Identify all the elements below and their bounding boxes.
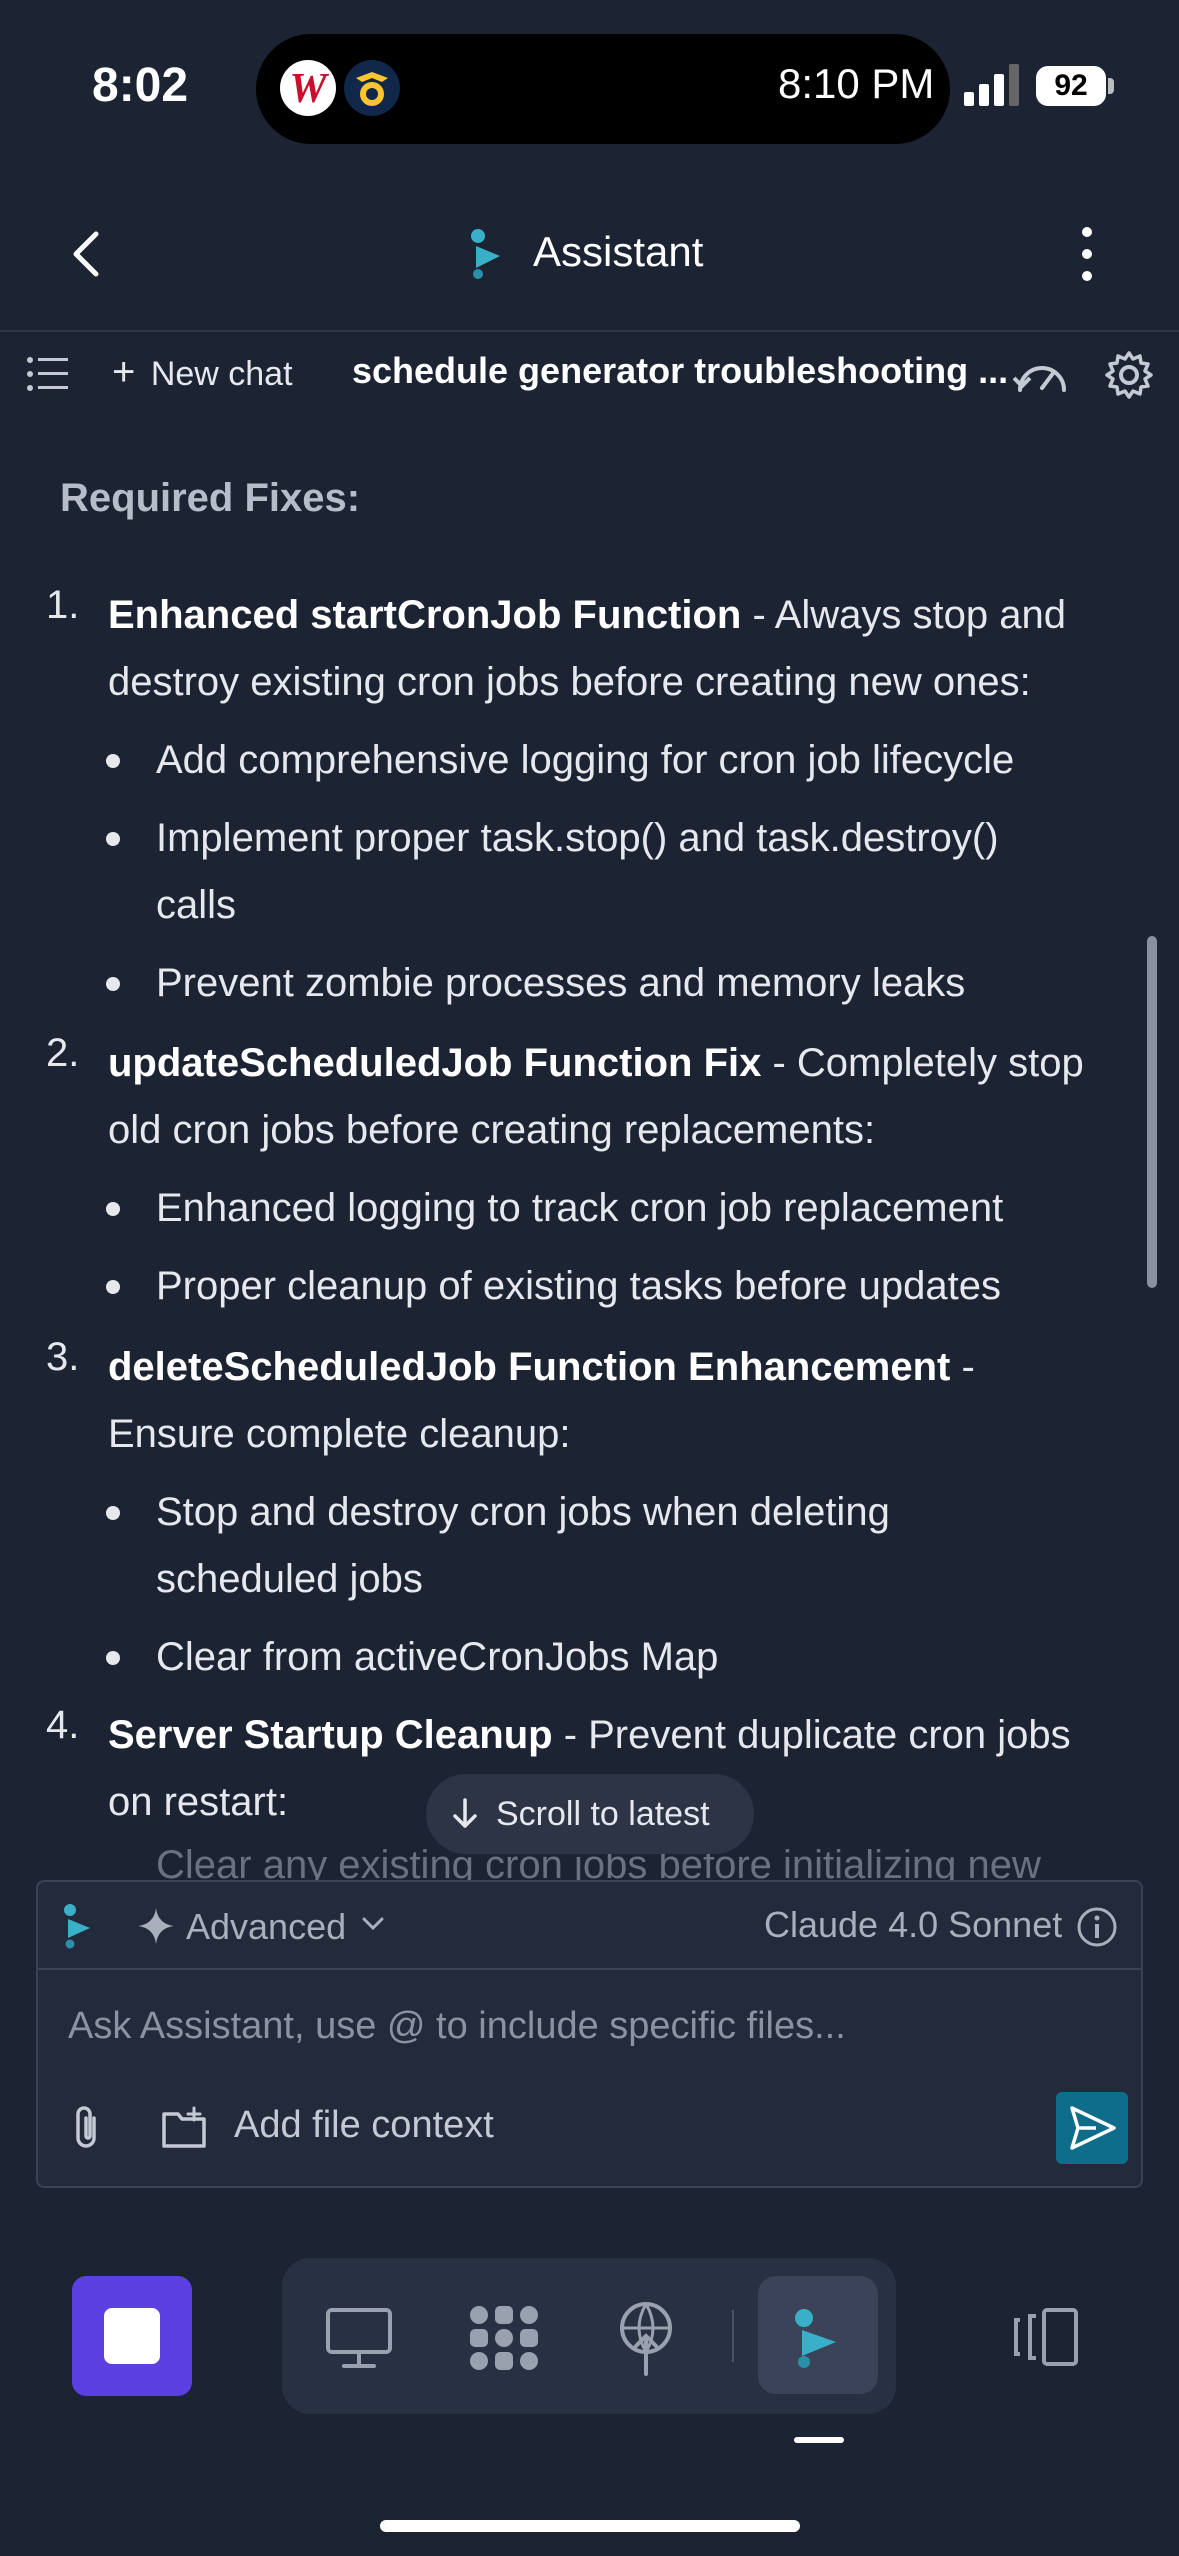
assistant-icon <box>64 1904 90 1949</box>
page-title: Assistant <box>533 228 704 275</box>
bullet <box>106 1506 120 1520</box>
list-item-bold: Server Startup Cleanup <box>108 1713 553 1757</box>
scrollbar[interactable] <box>1147 936 1157 1288</box>
list-number: 3. <box>46 1335 80 1379</box>
list-item-text: - Always stop and <box>741 593 1066 637</box>
gear-icon[interactable] <box>1104 350 1154 400</box>
arrow-down-icon <box>453 1798 477 1828</box>
stop-icon <box>104 2308 160 2364</box>
info-icon[interactable] <box>1076 1906 1118 1948</box>
chat-title-tab[interactable]: schedule generator troubleshooting ... <box>352 350 1008 392</box>
nationals-logo-icon: W <box>280 60 336 116</box>
section-heading: Required Fixes: <box>60 476 361 520</box>
bullet <box>106 1202 120 1216</box>
svg-text:W: W <box>289 66 329 112</box>
signal-icon <box>964 64 1019 106</box>
bullet-item: Implement proper task.stop() and task.de… <box>156 816 999 860</box>
bullet-item-cont: calls <box>156 883 237 927</box>
list-item-bold: Enhanced startCronJob Function <box>108 593 742 637</box>
scroll-to-latest-label: Scroll to latest <box>496 1795 710 1833</box>
home-indicator[interactable] <box>380 2520 800 2532</box>
list-item-bold: deleteScheduledJob Function Enhancement <box>108 1345 951 1389</box>
list-icon[interactable] <box>26 354 70 394</box>
list-item-cont: destroy existing cron jobs before creati… <box>108 660 1031 704</box>
paperclip-icon[interactable] <box>68 2104 108 2152</box>
status-time: 8:02 <box>92 59 189 112</box>
monitor-icon[interactable] <box>324 2306 394 2370</box>
list-item: updateScheduledJob Function Fix - Comple… <box>108 1030 1084 1097</box>
bullet <box>106 832 120 846</box>
list-item: Server Startup Cleanup - Prevent duplica… <box>108 1702 1071 1769</box>
bullet-item: Add comprehensive logging for cron job l… <box>156 738 1015 782</box>
add-file-context-button[interactable]: Add file context <box>234 2104 494 2147</box>
deploy-icon[interactable] <box>616 2298 676 2376</box>
bullet-item: Clear from activeCronJobs Map <box>156 1635 719 1679</box>
brewers-logo-icon <box>344 60 400 116</box>
island-time: 8:10 PM <box>778 60 935 107</box>
bullet <box>106 1651 120 1665</box>
bullet-item: Stop and destroy cron jobs when deleting <box>156 1490 890 1534</box>
bullet-item: Proper cleanup of existing tasks before … <box>156 1264 1001 1308</box>
bullet <box>106 754 120 768</box>
model-selector[interactable]: Claude 4.0 Sonnet <box>764 1904 1062 1946</box>
bullet <box>106 1280 120 1294</box>
battery-indicator: 92 <box>1036 66 1106 106</box>
composer-divider <box>38 1968 1141 1970</box>
assistant-logo-icon <box>471 229 500 279</box>
list-item: Enhanced startCronJob Function - Always … <box>108 582 1066 649</box>
header-divider <box>0 330 1179 332</box>
assistant-input[interactable] <box>68 2000 1108 2052</box>
split-view-icon[interactable] <box>1010 2306 1080 2368</box>
list-number: 1. <box>46 583 80 627</box>
dock-separator <box>732 2310 734 2362</box>
folder-plus-icon[interactable] <box>160 2106 208 2150</box>
assistant-tab-icon[interactable] <box>792 2306 842 2370</box>
new-chat-button[interactable]: + New chat <box>112 350 293 395</box>
active-tab-indicator <box>794 2437 844 2443</box>
list-number: 2. <box>46 1031 80 1075</box>
list-item-text: - Prevent duplicate cron jobs <box>552 1713 1071 1757</box>
speed-icon[interactable] <box>1012 352 1072 398</box>
sparkle-icon <box>138 1908 174 1944</box>
bullet-item-cont: scheduled jobs <box>156 1557 423 1601</box>
plus-icon: + <box>112 350 136 394</box>
new-chat-label: New chat <box>150 355 293 393</box>
chevron-down-icon[interactable] <box>360 1914 386 1934</box>
list-item-bold: updateScheduledJob Function Fix <box>108 1041 762 1085</box>
list-item-cont: Ensure complete cleanup: <box>108 1412 571 1456</box>
mode-selector[interactable]: Advanced <box>186 1906 346 1948</box>
list-number: 4. <box>46 1703 80 1747</box>
bullet-item: Enhanced logging to track cron job repla… <box>156 1186 1004 1230</box>
bullet-item: Prevent zombie processes and memory leak… <box>156 961 966 1005</box>
send-button[interactable] <box>1056 2092 1128 2164</box>
bullet <box>106 977 120 991</box>
more-icon[interactable] <box>1072 222 1102 286</box>
list-item: deleteScheduledJob Function Enhancement … <box>108 1334 975 1401</box>
battery-nub <box>1108 78 1114 94</box>
list-item-cont: on restart: <box>108 1780 289 1824</box>
send-icon <box>1070 2106 1116 2150</box>
list-item-text: - Completely stop <box>761 1041 1084 1085</box>
apps-icon[interactable] <box>466 2302 542 2374</box>
list-item-text: - <box>950 1345 975 1389</box>
back-icon[interactable] <box>60 222 110 286</box>
list-item-cont: old cron jobs before creating replacemen… <box>108 1108 876 1152</box>
